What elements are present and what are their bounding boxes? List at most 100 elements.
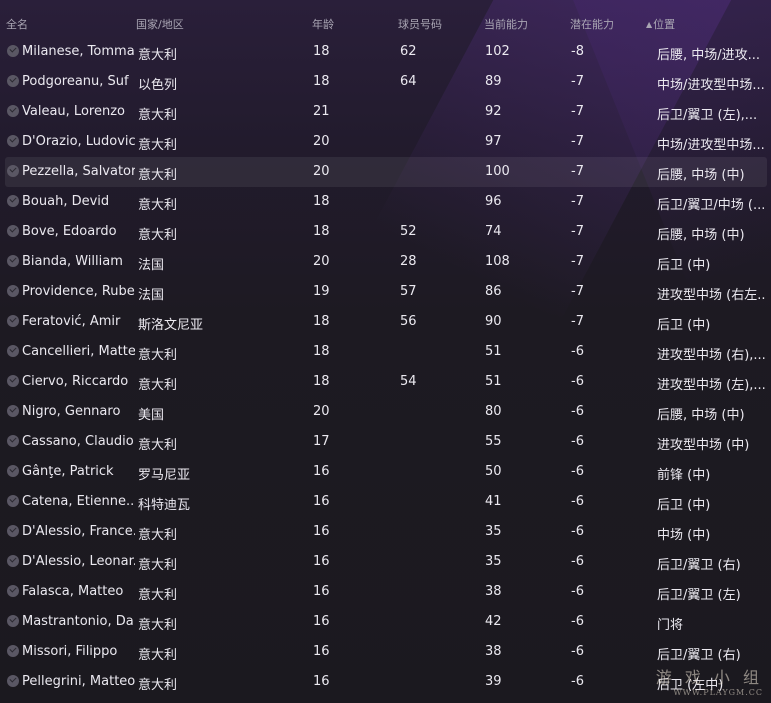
player-nationality: 法国	[138, 288, 165, 303]
player-age: 18	[313, 314, 330, 329]
checkmark-icon[interactable]	[7, 225, 19, 237]
table-row[interactable]: D'Alessio, France... 意大利 16 35 -6 中场 (中)	[5, 517, 767, 547]
player-potential-ability: -7	[571, 314, 584, 329]
table-row[interactable]: Podgoreanu, Suf 以色列 18 64 89 -7 中场/进攻型中场...	[5, 67, 767, 97]
watermark-title: 游 戏 小 组	[655, 668, 763, 687]
checkmark-icon[interactable]	[7, 375, 19, 387]
player-age: 16	[313, 554, 330, 569]
player-current-ability: 108	[485, 254, 510, 269]
column-header-current-ability[interactable]: 当前能力	[484, 16, 528, 32]
column-header-position-label: 位置	[653, 18, 676, 31]
checkmark-icon[interactable]	[7, 555, 19, 567]
player-name[interactable]: Pellegrini, Matteo	[22, 674, 135, 689]
player-name[interactable]: Bouah, Devid	[22, 194, 135, 209]
player-potential-ability: -6	[571, 344, 584, 359]
player-name[interactable]: Bianda, William	[22, 254, 135, 269]
checkmark-icon[interactable]	[7, 525, 19, 537]
player-current-ability: 89	[485, 74, 502, 89]
player-name[interactable]: Nigro, Gennaro	[22, 404, 135, 419]
player-name[interactable]: Valeau, Lorenzo	[22, 104, 135, 119]
checkmark-icon[interactable]	[7, 585, 19, 597]
player-position: 后卫/翼卫/中场 (...	[657, 198, 765, 213]
table-row[interactable]: Cancellieri, Matteo 意大利 18 51 -6 进攻型中场 (右),..…	[5, 337, 767, 367]
checkmark-icon[interactable]	[7, 105, 19, 117]
player-squad-number: 57	[400, 284, 417, 299]
player-current-ability: 51	[485, 374, 502, 389]
checkmark-icon[interactable]	[7, 315, 19, 327]
table-row[interactable]: Cassano, Claudio 意大利 17 55 -6 进攻型中场 (中)	[5, 427, 767, 457]
player-position: 后腰, 中场/进攻...	[657, 48, 761, 63]
checkmark-icon[interactable]	[7, 165, 19, 177]
player-name[interactable]: Milanese, Tomma...	[22, 44, 135, 59]
table-row[interactable]: Feratović, Amir 斯洛文尼亚 18 56 90 -7 后卫 (中)	[5, 307, 767, 337]
player-name[interactable]: Ciervo, Riccardo	[22, 374, 135, 389]
player-nationality: 意大利	[138, 558, 178, 573]
checkmark-icon[interactable]	[7, 405, 19, 417]
table-row[interactable]: Bianda, William 法国 20 28 108 -7 后卫 (中)	[5, 247, 767, 277]
checkmark-icon[interactable]	[7, 615, 19, 627]
table-row[interactable]: Nigro, Gennaro 美国 20 80 -6 后腰, 中场 (中)	[5, 397, 767, 427]
table-row[interactable]: Milanese, Tomma... 意大利 18 62 102 -8 后腰, 中场/进攻.…	[5, 37, 767, 67]
table-row[interactable]: Valeau, Lorenzo 意大利 21 92 -7 后卫/翼卫 (左),...	[5, 97, 767, 127]
player-name[interactable]: Cassano, Claudio	[22, 434, 135, 449]
watermark: 游 戏 小 组 WWW.PLAYGM.CC	[656, 664, 763, 697]
player-name[interactable]: Feratović, Amir	[22, 314, 135, 329]
checkmark-icon[interactable]	[7, 345, 19, 357]
checkmark-icon[interactable]	[7, 45, 19, 57]
table-row[interactable]: Ciervo, Riccardo 意大利 18 54 51 -6 进攻型中场 (左),...	[5, 367, 767, 397]
player-name[interactable]: Missori, Filippo	[22, 644, 135, 659]
table-row[interactable]: Providence, Ruben 法国 19 57 86 -7 进攻型中场 (右左...	[5, 277, 767, 307]
checkmark-icon[interactable]	[7, 195, 19, 207]
column-header-age[interactable]: 年龄	[312, 16, 334, 32]
table-row[interactable]: D'Orazio, Ludovico 意大利 20 97 -7 中场/进攻型中场...	[5, 127, 767, 157]
checkmark-icon[interactable]	[7, 255, 19, 267]
player-name[interactable]: Podgoreanu, Suf	[22, 74, 135, 89]
player-name[interactable]: D'Alessio, France...	[22, 524, 135, 539]
checkmark-icon[interactable]	[7, 645, 19, 657]
checkmark-icon[interactable]	[7, 675, 19, 687]
player-age: 20	[313, 134, 330, 149]
table-row[interactable]: Falasca, Matteo 意大利 16 38 -6 后卫/翼卫 (左)	[5, 577, 767, 607]
player-age: 18	[313, 344, 330, 359]
player-name[interactable]: Bove, Edoardo	[22, 224, 135, 239]
table-row[interactable]: Mastrantonio, Da... 意大利 16 42 -6 门将	[5, 607, 767, 637]
player-nationality: 意大利	[138, 348, 178, 363]
player-name[interactable]: Falasca, Matteo	[22, 584, 135, 599]
player-name[interactable]: D'Alessio, Leonar...	[22, 554, 135, 569]
player-age: 18	[313, 74, 330, 89]
player-potential-ability: -6	[571, 494, 584, 509]
table-row[interactable]: Catena, Etienne... 科特迪瓦 16 41 -6 后卫 (中)	[5, 487, 767, 517]
player-name[interactable]: Providence, Ruben	[22, 284, 135, 299]
checkmark-icon[interactable]	[7, 465, 19, 477]
table-row[interactable]: Missori, Filippo 意大利 16 38 -6 后卫/翼卫 (右)	[5, 637, 767, 667]
player-position: 后卫 (中)	[657, 318, 711, 333]
checkmark-icon[interactable]	[7, 75, 19, 87]
table-row[interactable]: D'Alessio, Leonar... 意大利 16 35 -6 后卫/翼卫 (右)	[5, 547, 767, 577]
player-name[interactable]: Gânţe, Patrick	[22, 464, 135, 479]
table-row[interactable]: Bove, Edoardo 意大利 18 52 74 -7 后腰, 中场 (中)	[5, 217, 767, 247]
player-position: 后腰, 中场 (中)	[657, 228, 745, 243]
table-row[interactable]: Gânţe, Patrick 罗马尼亚 16 50 -6 前锋 (中)	[5, 457, 767, 487]
player-name[interactable]: Cancellieri, Matteo	[22, 344, 135, 359]
sort-ascending-icon: ▲	[646, 20, 653, 29]
column-header-position[interactable]: ▲位置	[646, 16, 675, 32]
column-header-potential-ability[interactable]: 潜在能力	[570, 16, 614, 32]
player-position: 后腰, 中场 (中)	[657, 168, 745, 183]
player-name[interactable]: Catena, Etienne...	[22, 494, 135, 509]
player-name[interactable]: Mastrantonio, Da...	[22, 614, 135, 629]
column-header-squad-number[interactable]: 球员号码	[398, 16, 442, 32]
player-nationality: 美国	[138, 408, 165, 423]
player-name[interactable]: Pezzella, Salvatore	[22, 164, 135, 179]
player-name[interactable]: D'Orazio, Ludovico	[22, 134, 135, 149]
checkmark-icon[interactable]	[7, 135, 19, 147]
table-row[interactable]: Pezzella, Salvatore 意大利 20 100 -7 后腰, 中场 (中)	[5, 157, 767, 187]
checkmark-icon[interactable]	[7, 495, 19, 507]
table-row[interactable]: Pellegrini, Matteo 意大利 16 39 -6 后卫 (左中)	[5, 667, 767, 697]
table-row[interactable]: Bouah, Devid 意大利 18 96 -7 后卫/翼卫/中场 (...	[5, 187, 767, 217]
player-position: 后腰, 中场 (中)	[657, 408, 745, 423]
column-header-name[interactable]: 全名	[6, 16, 28, 32]
checkmark-icon[interactable]	[7, 435, 19, 447]
player-current-ability: 90	[485, 314, 502, 329]
column-header-nationality[interactable]: 国家/地区	[136, 16, 184, 32]
checkmark-icon[interactable]	[7, 285, 19, 297]
